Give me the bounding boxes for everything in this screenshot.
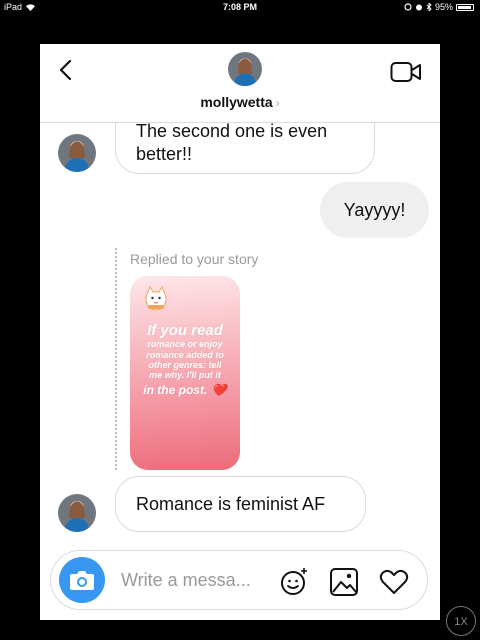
message-bubble[interactable]: Romance is feminist AF [115, 476, 366, 532]
message-text: Romance is feminist AF [136, 494, 326, 514]
cat-sticker-icon [145, 286, 167, 311]
location-icon [404, 3, 412, 11]
heart-icon[interactable] [379, 567, 409, 597]
message-text: The second one is even [136, 121, 328, 141]
status-bar: iPad 7:08 PM 95% [0, 0, 480, 14]
instagram-direct-thread: The second one is even better!! Yayyyy! … [40, 44, 440, 620]
back-chevron-icon[interactable] [54, 58, 78, 82]
battery-icon [456, 3, 474, 11]
story-caption: If you read romance or enjoy romance add… [143, 322, 227, 397]
message-bubble-outgoing[interactable]: Yayyyy! [320, 182, 429, 238]
heart-emoji: ❤️ [211, 382, 227, 397]
story-thumbnail[interactable]: If you read romance or enjoy romance add… [130, 276, 240, 470]
camera-button[interactable] [59, 557, 105, 603]
status-right: 95% [404, 2, 474, 12]
battery-percent: 95% [434, 2, 453, 12]
header-avatar[interactable] [228, 52, 262, 86]
sticker-icon[interactable] [279, 567, 309, 597]
story-reply-label: Replied to your story [130, 251, 259, 267]
thread-username[interactable]: mollywetta › [40, 94, 440, 110]
zoom-button[interactable]: 1X [446, 606, 476, 636]
bluetooth-icon [426, 3, 432, 11]
message-text: Yayyyy! [343, 200, 406, 220]
username-text: mollywetta [200, 94, 273, 110]
camera-icon [70, 571, 94, 590]
reply-indicator-line [115, 248, 117, 470]
chevron-right-icon: › [275, 96, 280, 110]
video-call-icon[interactable] [390, 60, 422, 84]
avatar[interactable] [58, 494, 96, 532]
thread-header: mollywetta › [40, 44, 440, 123]
alarm-icon [415, 4, 422, 11]
message-input[interactable] [121, 569, 271, 591]
avatar[interactable] [58, 134, 96, 172]
message-text: better!! [136, 144, 193, 164]
message-composer [50, 550, 428, 610]
gallery-icon[interactable] [329, 567, 359, 597]
